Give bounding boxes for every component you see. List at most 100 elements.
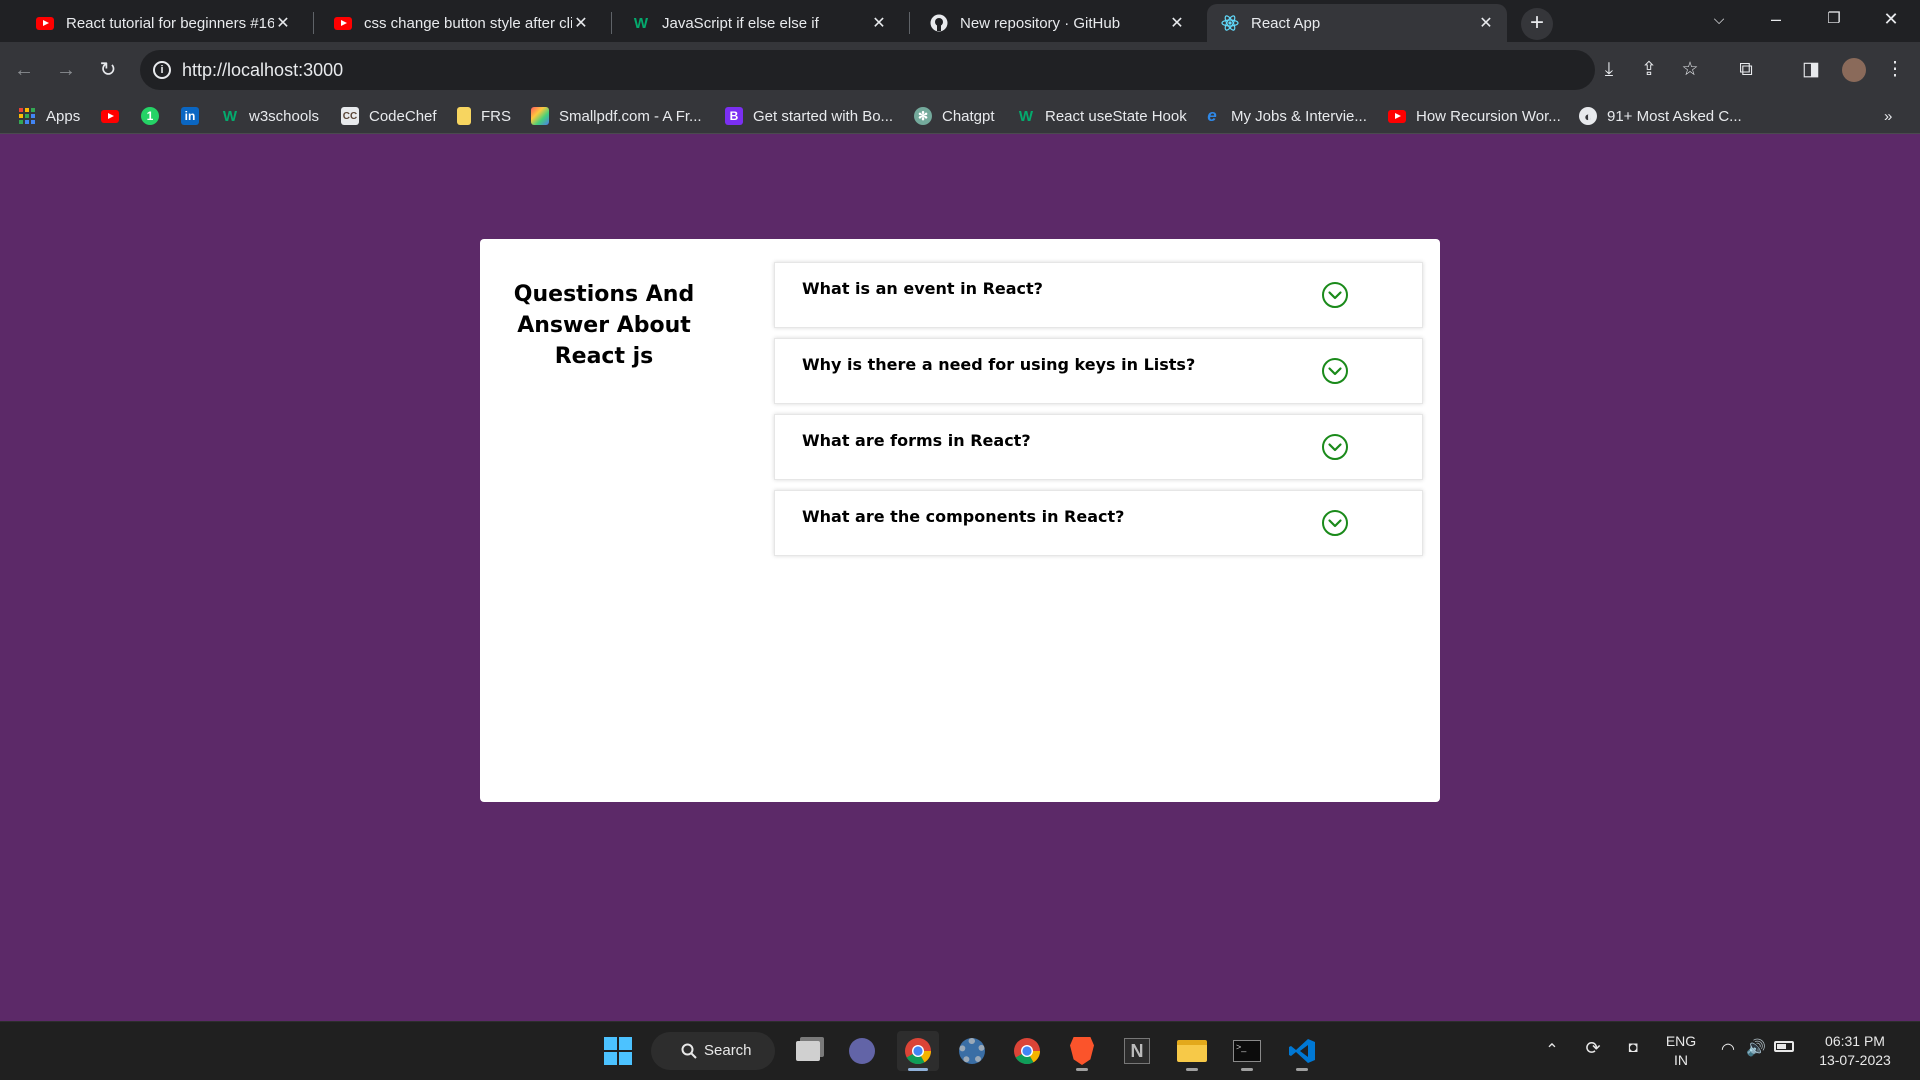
w3schools-icon: W bbox=[633, 14, 649, 32]
youtube-icon bbox=[1388, 107, 1406, 125]
close-icon[interactable]: ✕ bbox=[572, 13, 590, 33]
file-explorer-icon[interactable] bbox=[1171, 1031, 1213, 1071]
side-panel-icon[interactable]: ◨ bbox=[1795, 54, 1827, 86]
chevron-circle-down-icon[interactable] bbox=[1321, 509, 1349, 537]
back-button[interactable]: ← bbox=[8, 54, 40, 86]
tab-separator bbox=[313, 12, 314, 34]
bookmark-chatgpt[interactable]: ✻ Chatgpt bbox=[914, 104, 995, 128]
page-heading: Questions And Answer About React js bbox=[513, 282, 695, 369]
search-label: Search bbox=[704, 1042, 752, 1059]
taskbar-search[interactable]: Search bbox=[651, 1032, 775, 1070]
battery-icon[interactable] bbox=[1772, 1039, 1796, 1055]
bookmark-label: Smallpdf.com - A Fr... bbox=[559, 107, 702, 125]
menu-kebab-icon[interactable]: ⋮ bbox=[1879, 54, 1911, 86]
task-view-icon[interactable] bbox=[787, 1031, 829, 1071]
close-icon[interactable]: ✕ bbox=[1168, 13, 1186, 33]
share-icon[interactable]: ⇪ bbox=[1633, 54, 1665, 86]
bookmark-label: Get started with Bo... bbox=[753, 107, 894, 125]
bookmark-youtube[interactable] bbox=[101, 104, 119, 128]
extensions-icon[interactable]: ⧉ bbox=[1730, 54, 1762, 86]
question-item[interactable]: What are the components in React? bbox=[774, 490, 1423, 556]
bookmark-whatsapp[interactable]: 1 bbox=[141, 104, 159, 128]
w3schools-icon: W bbox=[222, 107, 238, 125]
close-icon[interactable]: ✕ bbox=[1477, 13, 1495, 33]
tab-javascript-if-else[interactable]: W JavaScript if else else if ✕ bbox=[618, 4, 900, 42]
question-item[interactable]: What are forms in React? bbox=[774, 414, 1423, 480]
clock[interactable]: 06:31 PM 13-07-2023 bbox=[1810, 1032, 1900, 1070]
bookmark-label: Apps bbox=[46, 107, 81, 125]
minimize-button[interactable]: – bbox=[1747, 0, 1805, 38]
show-hidden-icons-chevron-icon[interactable]: ⌃ bbox=[1540, 1040, 1564, 1060]
bookmark-recursion[interactable]: How Recursion Wor... bbox=[1388, 104, 1561, 128]
terminal-icon[interactable]: >_ bbox=[1226, 1031, 1268, 1071]
question-list: What is an event in React? Why is there … bbox=[774, 262, 1423, 566]
profile-avatar[interactable] bbox=[1838, 54, 1870, 86]
tab-search-chevron-icon[interactable]: ⌵ bbox=[1690, 0, 1748, 38]
forward-button[interactable]: → bbox=[50, 54, 82, 86]
tab-react-app[interactable]: React App ✕ bbox=[1207, 4, 1507, 42]
chevron-circle-down-icon[interactable] bbox=[1321, 357, 1349, 385]
install-app-icon[interactable]: ⤓ bbox=[1593, 54, 1625, 86]
chrome-taskbar-icon[interactable] bbox=[897, 1031, 939, 1071]
bookmark-bootstrap[interactable]: B Get started with Bo... bbox=[725, 104, 893, 128]
chevron-circle-down-icon[interactable] bbox=[1321, 433, 1349, 461]
reload-button[interactable]: ↻ bbox=[92, 54, 124, 86]
github-icon bbox=[930, 14, 948, 32]
teams-chat-icon[interactable] bbox=[841, 1031, 883, 1071]
wifi-icon[interactable]: ◠ bbox=[1716, 1039, 1740, 1059]
bookmark-apps[interactable]: Apps bbox=[18, 104, 80, 128]
globe-icon: ◐ bbox=[1579, 107, 1597, 125]
settings-gear-icon[interactable] bbox=[951, 1031, 993, 1071]
tab-github[interactable]: New repository · GitHub ✕ bbox=[916, 4, 1198, 42]
site-info-icon[interactable]: i bbox=[153, 61, 171, 79]
bookmark-label: FRS bbox=[481, 107, 511, 125]
tab-title: JavaScript if else else if bbox=[662, 14, 819, 32]
question-item[interactable]: What is an event in React? bbox=[774, 262, 1423, 328]
tab-css-button[interactable]: css change button style after click ✕ bbox=[320, 4, 602, 42]
bookmark-codechef[interactable]: CC CodeChef bbox=[341, 104, 437, 128]
restore-button[interactable]: ❐ bbox=[1805, 0, 1863, 38]
sync-icon[interactable]: ⟳ bbox=[1580, 1038, 1606, 1059]
address-bar[interactable]: i http://localhost:3000 bbox=[140, 50, 1595, 90]
volume-icon[interactable]: 🔊 bbox=[1744, 1038, 1768, 1058]
bookmark-label: CodeChef bbox=[369, 107, 437, 125]
apps-grid-icon bbox=[18, 107, 36, 125]
question-item[interactable]: Why is there a need for using keys in Li… bbox=[774, 338, 1423, 404]
bookmark-label: w3schools bbox=[249, 107, 320, 125]
codechef-icon: CC bbox=[341, 107, 359, 125]
bookmark-linkedin[interactable]: in bbox=[181, 104, 199, 128]
language-indicator[interactable]: ENG IN bbox=[1660, 1032, 1702, 1070]
smallpdf-icon bbox=[531, 107, 549, 125]
language-code: ENG bbox=[1665, 1033, 1697, 1049]
bookmark-most-asked[interactable]: ◐ 91+ Most Asked C... bbox=[1579, 104, 1742, 128]
bookmark-label: My Jobs & Intervie... bbox=[1231, 107, 1367, 125]
start-button[interactable] bbox=[597, 1031, 639, 1071]
bookmark-star-icon[interactable]: ☆ bbox=[1674, 54, 1706, 86]
bookmark-w3schools[interactable]: W w3schools bbox=[221, 104, 319, 128]
clock-time: 06:31 PM bbox=[1825, 1033, 1885, 1049]
tab-react-tutorial[interactable]: React tutorial for beginners #16 ✕ bbox=[22, 4, 304, 42]
whatsapp-icon: 1 bbox=[141, 107, 159, 125]
bookmark-frs[interactable]: FRS bbox=[457, 104, 511, 128]
chrome-profile-icon[interactable] bbox=[1006, 1031, 1048, 1071]
brave-icon[interactable] bbox=[1061, 1031, 1103, 1071]
chatgpt-icon: ✻ bbox=[914, 107, 932, 125]
url-text[interactable]: http://localhost:3000 bbox=[182, 60, 343, 81]
new-tab-button[interactable]: + bbox=[1521, 8, 1553, 40]
bookmark-react-usestate[interactable]: W React useState Hook bbox=[1017, 104, 1187, 128]
folder-icon bbox=[457, 107, 471, 125]
bookmarks-overflow-button[interactable]: » bbox=[1884, 104, 1892, 128]
bookmark-smallpdf[interactable]: Smallpdf.com - A Fr... bbox=[531, 104, 702, 128]
youtube-icon bbox=[101, 107, 119, 125]
bookmark-my-jobs[interactable]: e My Jobs & Intervie... bbox=[1203, 104, 1367, 128]
vscode-icon[interactable] bbox=[1281, 1031, 1323, 1071]
notion-icon[interactable]: N bbox=[1116, 1031, 1158, 1071]
react-icon bbox=[1221, 14, 1239, 32]
browser-toolbar: ← → ↻ i http://localhost:3000 ⤓ ⇪ ☆ ⧉ ◨ … bbox=[0, 42, 1920, 98]
close-window-button[interactable]: ✕ bbox=[1862, 0, 1920, 38]
close-icon[interactable]: ✕ bbox=[274, 13, 292, 33]
tab-title: New repository · GitHub bbox=[960, 14, 1121, 32]
close-icon[interactable]: ✕ bbox=[870, 13, 888, 33]
dolby-icon[interactable]: ◘ bbox=[1620, 1039, 1646, 1056]
chevron-circle-down-icon[interactable] bbox=[1321, 281, 1349, 309]
